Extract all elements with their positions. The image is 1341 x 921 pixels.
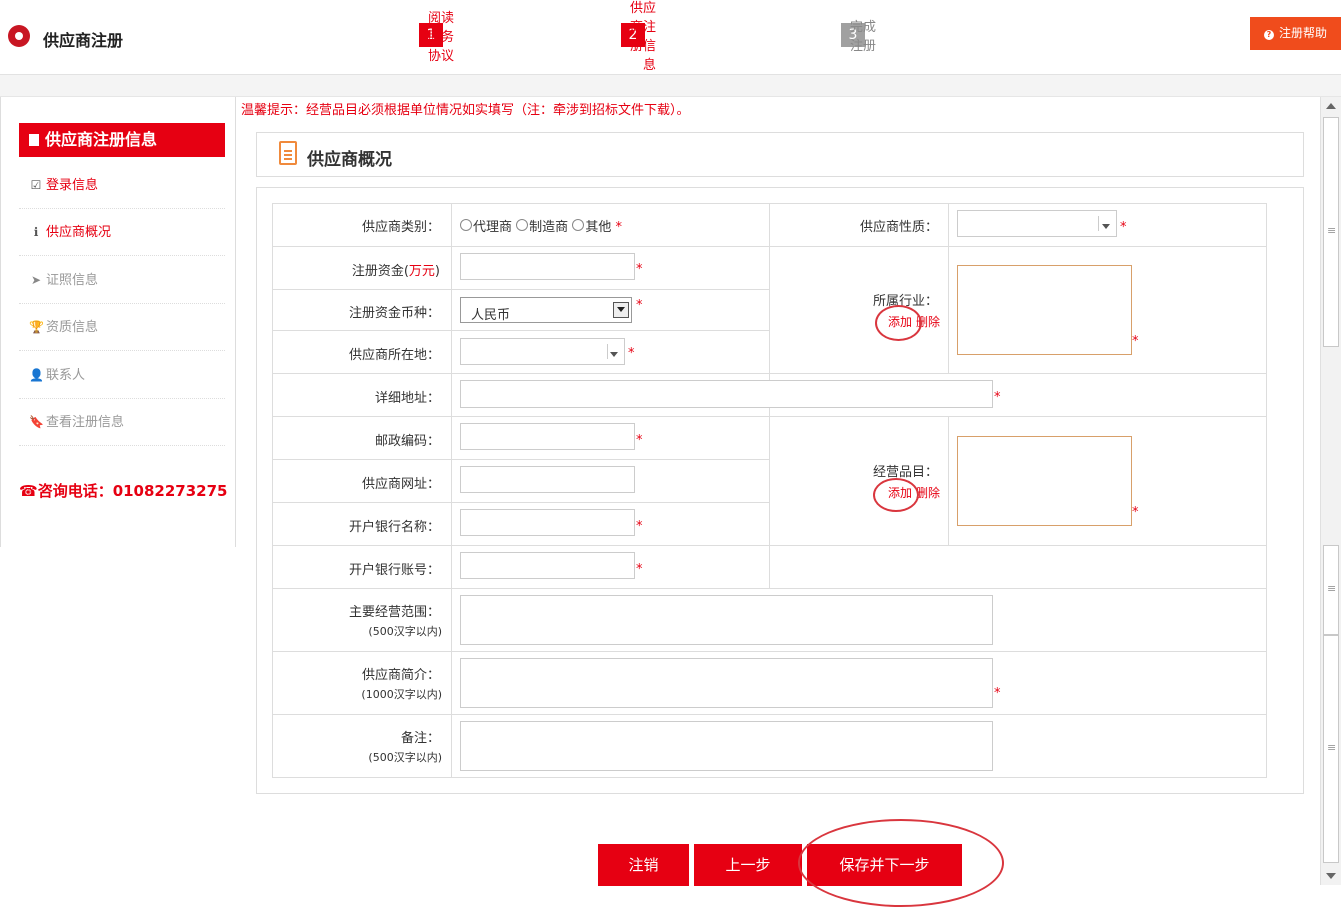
sidebar-item-view[interactable]: 🔖 查看注册信息 bbox=[19, 399, 225, 446]
radio-other[interactable] bbox=[572, 219, 585, 231]
required-mark: * bbox=[636, 262, 643, 277]
scope-limit: (500汉字以内) bbox=[368, 625, 442, 638]
sidebar-item-login[interactable]: ☑ 登录信息 bbox=[19, 162, 225, 209]
prev-step-button[interactable]: 上一步 bbox=[694, 844, 802, 886]
radio-manufacturer[interactable] bbox=[516, 219, 529, 231]
chevron-down-icon bbox=[610, 352, 618, 357]
intro-limit: (1000汉字以内) bbox=[361, 688, 442, 701]
highlight-ring bbox=[875, 305, 922, 341]
highlight-ring bbox=[798, 819, 1004, 907]
currency-select[interactable]: 人民币 bbox=[460, 297, 632, 323]
remark-label: 备注： bbox=[400, 731, 440, 746]
sidebar: 供应商注册信息 ☑ 登录信息 ℹ 供应商概况 ➤ 证照信息 🏆 资质信息 👤 联系人 🔖 查… bbox=[0, 97, 236, 547]
scroll-down-icon[interactable] bbox=[1326, 873, 1336, 879]
logo-icon bbox=[8, 25, 30, 47]
cancel-button[interactable]: 注销 bbox=[598, 844, 689, 886]
sidebar-item-contact[interactable]: 👤 联系人 bbox=[19, 352, 225, 399]
bookmark-icon: 🔖 bbox=[29, 415, 44, 429]
help-icon: ? bbox=[1263, 30, 1274, 40]
trophy-icon: 🏆 bbox=[29, 320, 44, 334]
intro-label: 供应商简介： bbox=[361, 668, 440, 683]
required-mark: * bbox=[636, 433, 643, 448]
business-items-label: 经营品目： bbox=[872, 465, 938, 480]
document-icon bbox=[29, 134, 39, 146]
radio-agent[interactable] bbox=[460, 219, 472, 231]
postcode-label: 邮政编码： bbox=[374, 434, 440, 449]
bank-name-input[interactable] bbox=[460, 509, 635, 536]
check-square-icon: ☑ bbox=[30, 178, 42, 192]
scrollbar[interactable] bbox=[1320, 97, 1341, 885]
help-button[interactable]: ? 注册帮助 bbox=[1250, 17, 1341, 50]
chevron-down-icon bbox=[613, 302, 629, 318]
required-mark: * bbox=[615, 220, 622, 235]
info-icon: ℹ bbox=[33, 225, 39, 239]
scrollbar-thumb[interactable] bbox=[1323, 117, 1339, 347]
required-mark: * bbox=[1132, 505, 1139, 520]
warning-tip: 温馨提示：经营品目必须根据单位情况如实填写（注：牵涉到招标文件下载）。 bbox=[241, 103, 690, 118]
phone-icon: ☎ bbox=[19, 482, 38, 500]
reg-capital-input[interactable] bbox=[460, 253, 635, 280]
required-mark: * bbox=[994, 686, 1001, 701]
header-band bbox=[0, 75, 1341, 97]
paper-plane-icon: ➤ bbox=[30, 273, 42, 287]
currency-label: 注册资金币种： bbox=[348, 306, 440, 321]
remark-limit: (500汉字以内) bbox=[368, 751, 442, 764]
bank-account-input[interactable] bbox=[460, 552, 635, 579]
sidebar-title: 供应商注册信息 bbox=[19, 123, 225, 157]
step-2: 2 供应商注册信息 bbox=[621, 1, 656, 73]
supplier-type-radios: 代理商 制造商 其他 * bbox=[460, 216, 622, 235]
section-header: 供应商概况 bbox=[256, 132, 1304, 177]
chevron-down-icon bbox=[1102, 224, 1110, 229]
address-label: 详细地址： bbox=[374, 391, 440, 406]
supplier-nature-label: 供应商性质： bbox=[859, 220, 938, 235]
page-title: 供应商注册 bbox=[43, 31, 124, 50]
highlight-ring bbox=[873, 478, 919, 512]
required-mark: * bbox=[994, 390, 1001, 405]
scope-label: 主要经营范围： bbox=[348, 605, 440, 620]
website-label: 供应商网址： bbox=[361, 477, 440, 492]
business-items-box[interactable] bbox=[957, 436, 1132, 526]
step-1: 1 阅读服务协议 bbox=[419, 11, 454, 64]
required-mark: * bbox=[1120, 220, 1127, 235]
required-mark: * bbox=[636, 519, 643, 534]
step-3: 3 完成注册 bbox=[841, 20, 876, 54]
required-mark: * bbox=[636, 298, 643, 313]
top-bar: 供应商注册 1 阅读服务协议 2 供应商注册信息 3 完成注册 ? 注册帮助 bbox=[0, 0, 1341, 75]
address-input[interactable] bbox=[460, 380, 993, 408]
sidebar-item-overview[interactable]: ℹ 供应商概况 bbox=[19, 209, 225, 256]
postcode-input[interactable] bbox=[460, 423, 635, 450]
scrollbar-thumb[interactable] bbox=[1323, 545, 1339, 635]
intro-textarea[interactable] bbox=[460, 658, 993, 708]
location-select[interactable] bbox=[460, 338, 625, 365]
required-mark: * bbox=[628, 346, 635, 361]
section-title: 供应商概况 bbox=[307, 150, 392, 170]
supplier-type-label: 供应商类别： bbox=[361, 220, 440, 235]
supplier-nature-select[interactable] bbox=[957, 210, 1117, 237]
phone-contact: ☎咨询电话：01082273275 bbox=[19, 482, 228, 500]
business-delete-link[interactable]: 删除 bbox=[916, 484, 940, 501]
reg-capital-label: 注册资金(万元) bbox=[351, 264, 440, 279]
scrollbar-thumb[interactable] bbox=[1323, 635, 1339, 863]
industry-list-box[interactable] bbox=[957, 265, 1132, 355]
website-input[interactable] bbox=[460, 466, 635, 493]
user-icon: 👤 bbox=[29, 368, 44, 382]
scroll-up-icon[interactable] bbox=[1326, 103, 1336, 109]
location-label: 供应商所在地： bbox=[348, 348, 440, 363]
scope-textarea[interactable] bbox=[460, 595, 993, 645]
sidebar-item-qualification[interactable]: 🏆 资质信息 bbox=[19, 304, 225, 351]
required-mark: * bbox=[636, 562, 643, 577]
required-mark: * bbox=[1132, 334, 1139, 349]
sidebar-item-license[interactable]: ➤ 证照信息 bbox=[19, 257, 225, 304]
industry-label: 所属行业： bbox=[872, 294, 938, 309]
remark-textarea[interactable] bbox=[460, 721, 993, 771]
bank-account-label: 开户银行账号： bbox=[348, 563, 440, 578]
bank-name-label: 开户银行名称： bbox=[348, 520, 440, 535]
file-icon bbox=[279, 141, 297, 165]
